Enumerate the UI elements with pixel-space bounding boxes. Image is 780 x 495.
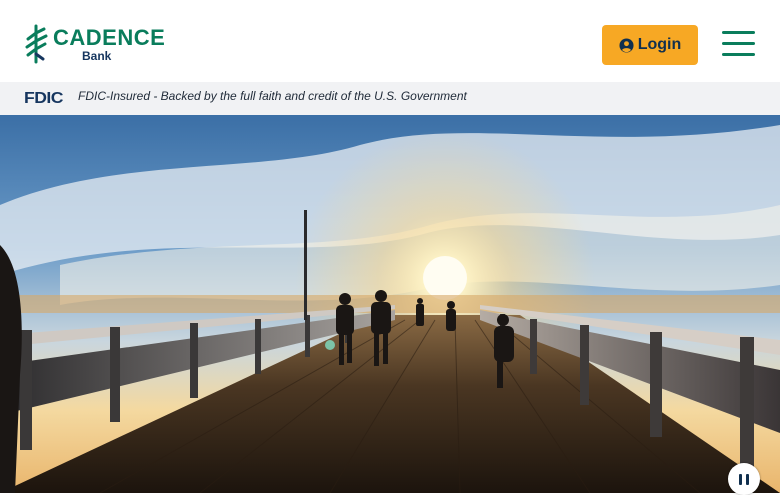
fdic-statement: FDIC-Insured - Backed by the full faith …	[78, 89, 467, 103]
site-header: CADENCE Bank Login	[0, 0, 780, 82]
fdic-banner: FDIC FDIC-Insured - Backed by the full f…	[0, 82, 780, 116]
login-button[interactable]: Login	[602, 25, 698, 65]
hero-image	[0, 115, 780, 493]
pause-icon-bar	[746, 474, 749, 485]
sunset-pier-photo	[0, 115, 780, 493]
user-circle-icon	[619, 37, 634, 53]
logo-wordmark: CADENCE	[53, 25, 166, 50]
fdic-logo: FDIC	[24, 90, 63, 107]
pause-icon	[739, 474, 742, 485]
menu-bar-bottom	[722, 53, 755, 56]
cadence-bank-logo[interactable]: CADENCE Bank	[24, 24, 165, 64]
hamburger-menu-icon	[722, 31, 755, 34]
pause-button[interactable]	[728, 463, 760, 495]
menu-bar-middle	[722, 42, 755, 45]
cadence-logo-mark-icon	[25, 24, 48, 64]
login-label: Login	[637, 36, 682, 53]
hamburger-menu-button[interactable]	[722, 31, 756, 57]
logo-subtitle: Bank	[82, 49, 112, 63]
